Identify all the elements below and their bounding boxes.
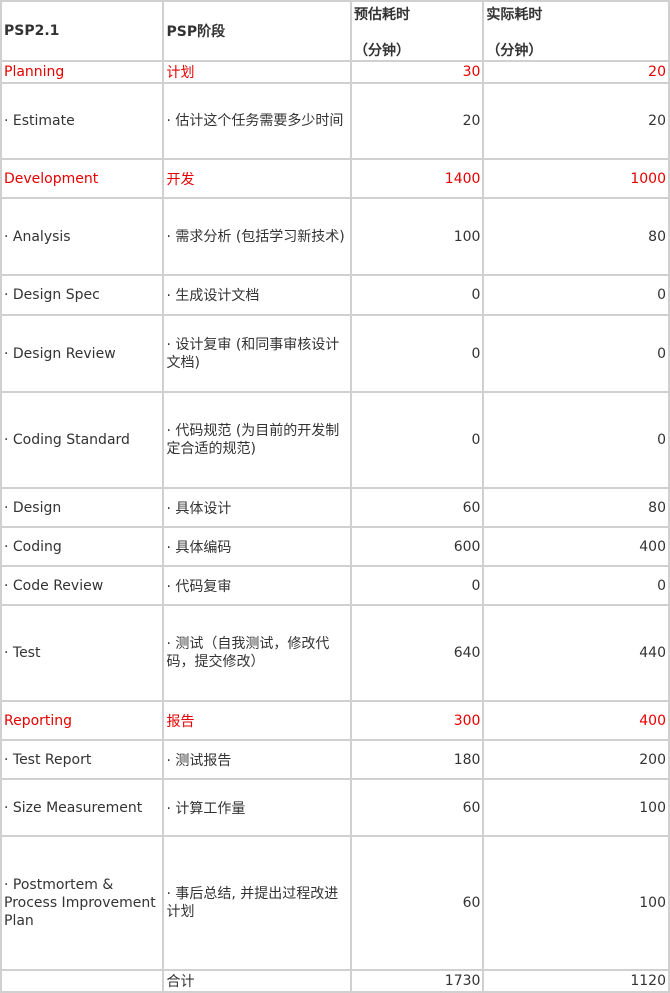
- row-name: · Test Report: [0, 739, 165, 780]
- row-stage: · 测试（自我测试，修改代码，提交修改）: [162, 604, 353, 702]
- header-stage: PSP阶段: [162, 0, 353, 62]
- row-estimated: 600: [350, 526, 485, 567]
- row-estimated: 0: [350, 314, 485, 393]
- row-name: · Coding Standard: [0, 391, 165, 489]
- table-row: · Estimate · 估计这个任务需要多少时间 20 20: [0, 82, 670, 160]
- row-name: Development: [0, 158, 165, 199]
- row-estimated: 60: [350, 835, 485, 971]
- row-estimated: 60: [350, 778, 485, 837]
- row-estimated: 0: [350, 391, 485, 489]
- row-estimated: 0: [350, 565, 485, 606]
- row-estimated: 640: [350, 604, 485, 702]
- row-stage: · 需求分析 (包括学习新技术): [162, 197, 353, 276]
- table-row: · Design Spec · 生成设计文档 0 0: [0, 274, 670, 316]
- row-actual: 100: [482, 778, 670, 837]
- header-actual-line1: 实际耗时: [486, 7, 543, 23]
- total-row: 合计 1730 1120: [0, 969, 670, 993]
- row-stage: · 具体设计: [162, 487, 353, 528]
- header-row: PSP2.1 PSP阶段 预估耗时 （分钟） 实际耗时 （分钟）: [0, 0, 670, 62]
- row-name: · Design Review: [0, 314, 165, 393]
- row-estimated: 30: [350, 60, 485, 84]
- table-row: · Postmortem & Process Improvement Plan …: [0, 835, 670, 971]
- table-row: · Coding Standard · 代码规范 (为目前的开发制定合适的规范)…: [0, 391, 670, 489]
- header-estimated-line2: （分钟）: [354, 43, 411, 59]
- table-row: Reporting 报告 300 400: [0, 700, 670, 741]
- row-actual: 80: [482, 487, 670, 528]
- row-name: · Postmortem & Process Improvement Plan: [0, 835, 165, 971]
- row-estimated: 300: [350, 700, 485, 741]
- row-stage: · 事后总结, 并提出过程改进计划: [162, 835, 353, 971]
- row-actual: 200: [482, 739, 670, 780]
- row-actual: 20: [482, 82, 670, 160]
- row-name: Reporting: [0, 700, 165, 741]
- row-name: · Code Review: [0, 565, 165, 606]
- row-stage: · 设计复审 (和同事审核设计文档): [162, 314, 353, 393]
- row-stage: · 具体编码: [162, 526, 353, 567]
- row-name: · Analysis: [0, 197, 165, 276]
- row-actual: 0: [482, 274, 670, 316]
- table-row: · Code Review · 代码复审 0 0: [0, 565, 670, 606]
- row-estimated: 1400: [350, 158, 485, 199]
- row-actual: 100: [482, 835, 670, 971]
- table-row: · Size Measurement · 计算工作量 60 100: [0, 778, 670, 837]
- table-row: · Analysis · 需求分析 (包括学习新技术) 100 80: [0, 197, 670, 276]
- header-actual: 实际耗时 （分钟）: [482, 0, 670, 62]
- header-estimated: 预估耗时 （分钟）: [350, 0, 485, 62]
- row-actual: 440: [482, 604, 670, 702]
- row-name: · Coding: [0, 526, 165, 567]
- row-actual: 0: [482, 314, 670, 393]
- row-stage: · 代码规范 (为目前的开发制定合适的规范): [162, 391, 353, 489]
- row-estimated: 180: [350, 739, 485, 780]
- row-estimated: 60: [350, 487, 485, 528]
- table-row: · Coding · 具体编码 600 400: [0, 526, 670, 567]
- row-estimated: 0: [350, 274, 485, 316]
- table-row: · Design Review · 设计复审 (和同事审核设计文档) 0 0: [0, 314, 670, 393]
- row-name: · Design: [0, 487, 165, 528]
- row-stage: 开发: [162, 158, 353, 199]
- row-name: Planning: [0, 60, 165, 84]
- table-row: · Test Report · 测试报告 180 200: [0, 739, 670, 780]
- row-stage: · 测试报告: [162, 739, 353, 780]
- total-actual: 1120: [482, 969, 670, 993]
- row-stage: · 计算工作量: [162, 778, 353, 837]
- header-estimated-line1: 预估耗时: [354, 7, 411, 23]
- row-estimated: 20: [350, 82, 485, 160]
- row-stage: 报告: [162, 700, 353, 741]
- row-name: · Design Spec: [0, 274, 165, 316]
- table-row: · Design · 具体设计 60 80: [0, 487, 670, 528]
- row-actual: 80: [482, 197, 670, 276]
- table-row: Development 开发 1400 1000: [0, 158, 670, 199]
- psp-table: PSP2.1 PSP阶段 预估耗时 （分钟） 实际耗时 （分钟） Plannin…: [0, 0, 670, 993]
- row-name: · Size Measurement: [0, 778, 165, 837]
- row-actual: 400: [482, 526, 670, 567]
- row-name: · Estimate: [0, 82, 165, 160]
- row-stage: · 估计这个任务需要多少时间: [162, 82, 353, 160]
- row-actual: 0: [482, 565, 670, 606]
- row-estimated: 100: [350, 197, 485, 276]
- row-name: · Test: [0, 604, 165, 702]
- row-actual: 0: [482, 391, 670, 489]
- header-actual-line2: （分钟）: [486, 43, 543, 59]
- row-stage: · 生成设计文档: [162, 274, 353, 316]
- row-actual: 1000: [482, 158, 670, 199]
- total-label: 合计: [162, 969, 353, 993]
- header-psp: PSP2.1: [0, 0, 165, 62]
- row-stage: 计划: [162, 60, 353, 84]
- row-actual: 20: [482, 60, 670, 84]
- table-row: · Test · 测试（自我测试，修改代码，提交修改） 640 440: [0, 604, 670, 702]
- table-row: Planning 计划 30 20: [0, 60, 670, 84]
- total-estimated: 1730: [350, 969, 485, 993]
- row-stage: · 代码复审: [162, 565, 353, 606]
- row-actual: 400: [482, 700, 670, 741]
- row-name: [0, 969, 165, 993]
